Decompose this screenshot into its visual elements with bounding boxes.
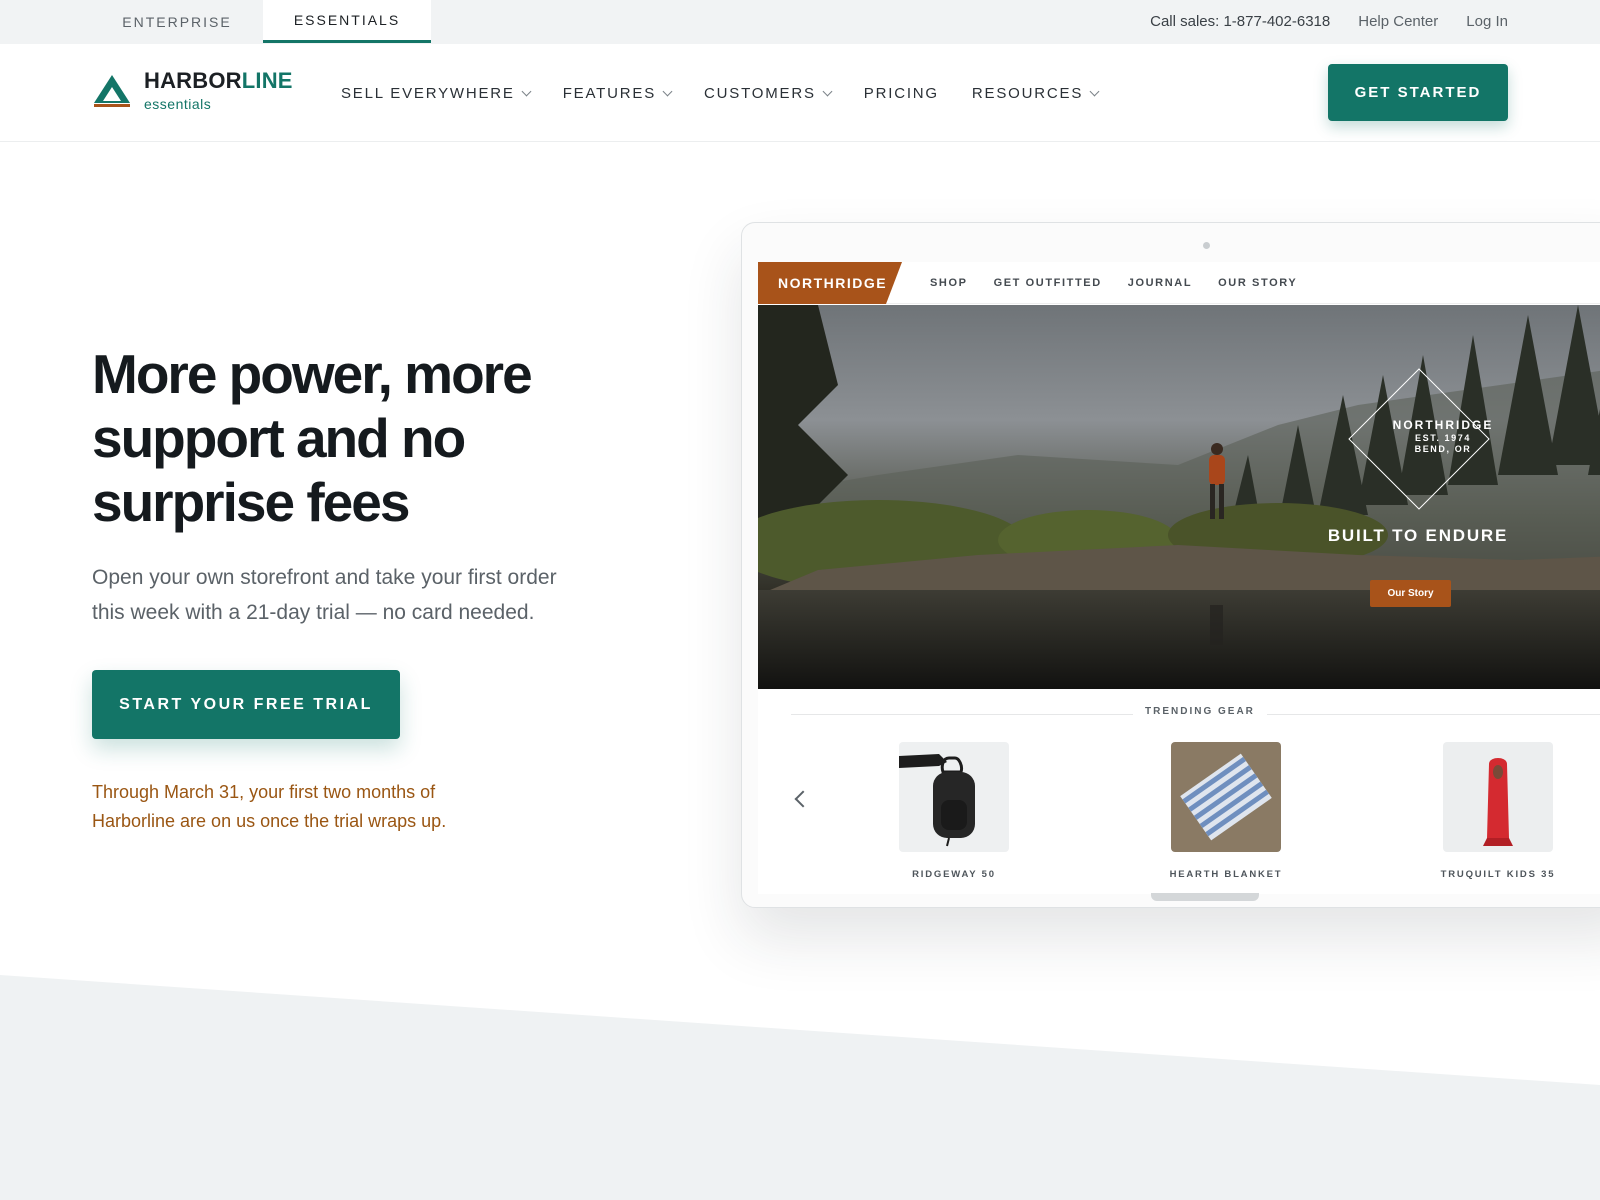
store-link-shop[interactable]: SHOP bbox=[930, 277, 968, 289]
product-name: HEARTH BLANKET bbox=[1169, 869, 1283, 880]
store-link-our-story[interactable]: OUR STORY bbox=[1218, 277, 1297, 289]
nav-features[interactable]: FEATURES bbox=[563, 85, 673, 102]
store-hero-image: NORTHRIDGE EST. 1974 BEND, OR BUILT TO E… bbox=[758, 305, 1600, 689]
northridge-badge: NORTHRIDGE EST. 1974 BEND, OR bbox=[1348, 368, 1491, 510]
backpack-image bbox=[899, 742, 1009, 852]
utility-bar: ENTERPRISE ESSENTIALS Call sales: 1-877-… bbox=[0, 0, 1600, 44]
nav-resources[interactable]: RESOURCES bbox=[972, 85, 1100, 102]
promo-text: Through March 31, your first two months … bbox=[92, 782, 447, 831]
store-tagline: BUILT TO ENDURE bbox=[1327, 526, 1509, 545]
store-link-journal[interactable]: JOURNAL bbox=[1128, 277, 1192, 289]
logo-subtitle: essentials bbox=[144, 96, 212, 112]
hero-title: More power, more support and no surprise… bbox=[92, 343, 533, 533]
store-links: SHOP GET OUTFITTED JOURNAL OUR STORY bbox=[930, 262, 1297, 304]
trending-title: TRENDING GEAR bbox=[1133, 706, 1267, 717]
call-sales-link[interactable]: Call sales: 1-877-402-6318 bbox=[1150, 13, 1330, 30]
start-free-trial-button[interactable]: START YOUR FREE TRIAL bbox=[92, 670, 400, 739]
nav-pricing[interactable]: PRICING bbox=[864, 85, 939, 102]
badge-location: BEND, OR bbox=[1414, 444, 1472, 454]
primary-nav: SELL EVERYWHERE FEATURES CUSTOMERS PRICI… bbox=[341, 44, 1100, 142]
log-in-link[interactable]: Log In bbox=[1466, 13, 1508, 30]
tab-essentials[interactable]: ESSENTIALS bbox=[263, 0, 431, 43]
store-brand-logo[interactable]: NORTHRIDGE bbox=[758, 262, 902, 304]
device-tab bbox=[1151, 893, 1259, 901]
get-started-button[interactable]: GET STARTED bbox=[1328, 64, 1508, 121]
logo-wordmark: HARBORLINE bbox=[144, 68, 293, 93]
main-nav: HARBORLINE essentials SELL EVERYWHERE FE… bbox=[0, 44, 1600, 142]
our-story-button[interactable]: Our Story bbox=[1370, 580, 1451, 607]
chevron-down-icon bbox=[1089, 86, 1100, 96]
hero-subtitle: Open your own storefront and take your f… bbox=[92, 566, 557, 624]
tab-enterprise[interactable]: ENTERPRISE bbox=[93, 0, 261, 43]
chevron-down-icon bbox=[662, 86, 673, 96]
nav-sell-everywhere[interactable]: SELL EVERYWHERE bbox=[341, 85, 532, 102]
chevron-down-icon bbox=[822, 86, 833, 96]
help-center-link[interactable]: Help Center bbox=[1358, 13, 1438, 30]
chevron-left-icon[interactable] bbox=[794, 790, 812, 808]
section-divider-band bbox=[0, 975, 1600, 1200]
storefront-preview: NORTHRIDGE SHOP GET OUTFITTED JOURNAL OU… bbox=[758, 262, 1600, 894]
badge-established: EST. 1974 bbox=[1415, 433, 1471, 443]
utility-links: Call sales: 1-877-402-6318 Help Center L… bbox=[1150, 0, 1508, 43]
camera-dot bbox=[1203, 242, 1210, 249]
store-link-get-outfitted[interactable]: GET OUTFITTED bbox=[994, 277, 1102, 289]
blanket-image bbox=[1171, 742, 1281, 852]
harborline-logo[interactable]: HARBORLINE essentials bbox=[93, 70, 293, 111]
device-mockup: NORTHRIDGE SHOP GET OUTFITTED JOURNAL OU… bbox=[741, 222, 1600, 908]
nav-customers[interactable]: CUSTOMERS bbox=[704, 85, 833, 102]
trending-gear-section: TRENDING GEAR RIDGEWAY 50 HEARTH BLANKET… bbox=[758, 689, 1600, 894]
badge-name: NORTHRIDGE bbox=[1392, 418, 1494, 432]
store-nav: NORTHRIDGE SHOP GET OUTFITTED JOURNAL OU… bbox=[758, 262, 1600, 304]
product-name: RIDGEWAY 50 bbox=[912, 869, 996, 880]
product-card[interactable]: TRUQUILT KIDS 35 bbox=[1438, 742, 1558, 880]
chevron-down-icon bbox=[521, 86, 532, 96]
product-card[interactable]: HEARTH BLANKET bbox=[1166, 742, 1286, 880]
product-name: TRUQUILT KIDS 35 bbox=[1440, 869, 1556, 880]
sleeping-bag-image bbox=[1443, 742, 1553, 852]
mountain-logo-icon bbox=[93, 74, 131, 108]
product-card[interactable]: RIDGEWAY 50 bbox=[894, 742, 1014, 880]
